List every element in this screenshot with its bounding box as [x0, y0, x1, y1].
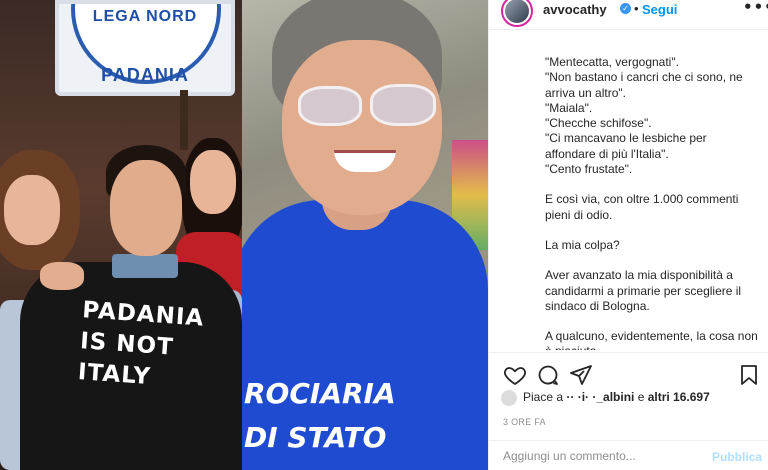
caption-line: "Ci mancavano le lesbiche per affondare …: [545, 131, 707, 161]
post-time[interactable]: 3 ORE FA: [503, 417, 546, 427]
likes-middle: e: [634, 390, 648, 405]
follow-button[interactable]: Segui: [642, 2, 677, 17]
liker-name[interactable]: ·· ·i· ·_albini: [566, 390, 634, 404]
heart-icon[interactable]: [503, 363, 527, 387]
bookmark-icon[interactable]: [737, 363, 761, 387]
hand-on-shoulder: [40, 262, 84, 290]
blue-tshirt-line: ROCIARIA: [244, 377, 396, 410]
caption-paragraph: Aver avanzato la mia disponibilità a can…: [545, 268, 742, 313]
woman-left-face: [4, 175, 60, 245]
post-panel: avvocathy ✓ • Segui ••• "Mentecatta, ver…: [488, 0, 768, 470]
caption-line: "Non bastano i cancri che ci sono, ne ar…: [545, 70, 743, 100]
avatar[interactable]: [501, 0, 533, 27]
comment-input[interactable]: [503, 449, 703, 463]
share-icon[interactable]: [569, 363, 593, 387]
publish-button[interactable]: Pubblica: [712, 450, 762, 464]
caption-line: "Mentecatta, vergognati".: [545, 55, 679, 69]
more-options-icon[interactable]: •••: [743, 0, 768, 16]
woman-right-face: [190, 150, 236, 214]
photo-right-panel: ROCIARIA DI STATO: [242, 0, 488, 470]
likes-summary: Piace a ·· ·i· ·_albini e altri 16.697: [501, 390, 761, 406]
comment-bar: Pubblica: [489, 440, 768, 470]
comment-icon[interactable]: [536, 363, 560, 387]
post-header: avvocathy ✓ • Segui •••: [489, 0, 768, 30]
likes-prefix: Piace a: [523, 390, 564, 405]
sign-top-text: LEGA NORD: [92, 8, 198, 25]
blue-tshirt-line: DI STATO: [244, 421, 387, 454]
blue-tshirt-text: ROCIARIA DI STATO: [244, 372, 488, 460]
caption-line: "Maiala".: [545, 100, 593, 115]
action-bar: [489, 352, 768, 392]
likes-others[interactable]: altri 16.697: [648, 390, 710, 404]
caption-line: "Cento frustate".: [545, 162, 633, 177]
caption-line: "Checche schifose".: [545, 116, 652, 131]
caption-paragraph: E così via, con oltre 1.000 commenti pie…: [545, 192, 739, 222]
post-caption: "Mentecatta, vergognati". "Non bastano i…: [545, 55, 759, 350]
party-sign: LEGA NORD PADANIA: [55, 0, 235, 96]
liker-avatar[interactable]: [501, 390, 517, 406]
man-collar: [112, 254, 178, 278]
verified-icon: ✓: [620, 3, 631, 14]
username[interactable]: avvocathy: [543, 2, 607, 17]
tshirt-text: PADANIA IS NOT ITALY: [77, 295, 223, 398]
caption-paragraph: La mia colpa?: [545, 237, 620, 252]
sunglasses-right-lens: [370, 84, 436, 126]
woman-face: [282, 40, 442, 215]
photo-left-panel: LEGA NORD PADANIA PADANIA IS NOT ITALY: [0, 0, 242, 470]
separator-dot: •: [634, 1, 639, 16]
sign-text: PADANIA: [101, 65, 189, 85]
avatar-image: [505, 0, 529, 23]
sunglasses-left-lens: [298, 86, 362, 126]
caption-paragraph: A qualcuno, evidentemente, la cosa non è…: [545, 329, 758, 350]
man-face: [110, 160, 182, 256]
sign-pole: [180, 90, 188, 150]
post-photo[interactable]: LEGA NORD PADANIA PADANIA IS NOT ITALY R…: [0, 0, 488, 470]
